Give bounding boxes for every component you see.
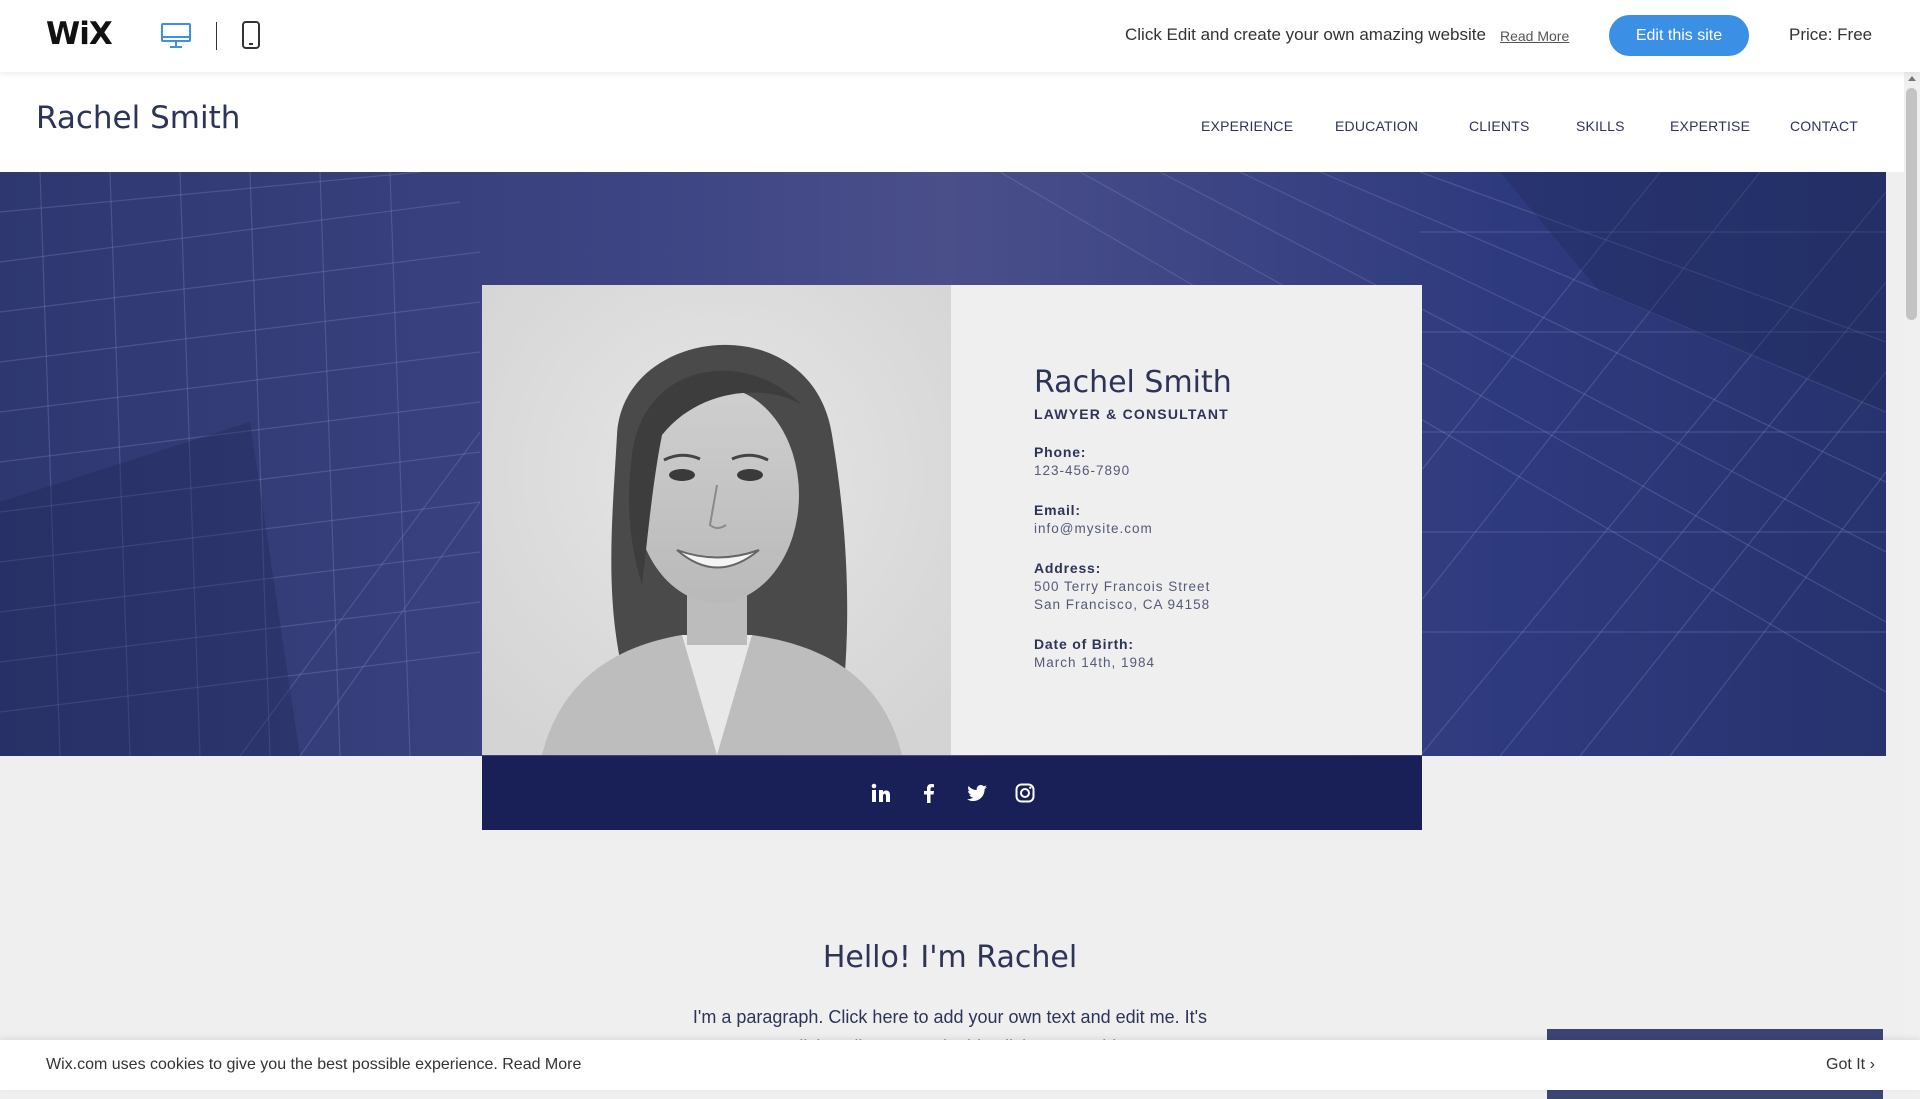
price-label: Price: Free xyxy=(1789,25,1873,44)
cookie-message: Wix.com uses cookies to give you the bes… xyxy=(46,1056,581,1074)
dob-label: Date of Birth: xyxy=(1034,636,1134,652)
read-more-link[interactable]: Read More xyxy=(1500,28,1569,44)
linkedin-icon[interactable] xyxy=(870,782,892,804)
got-it-button[interactable]: Got It › xyxy=(1826,1056,1875,1074)
twitter-icon[interactable] xyxy=(966,782,988,804)
address-line2: San Francisco, CA 94158 xyxy=(1034,597,1211,612)
desktop-view-icon[interactable] xyxy=(160,22,192,50)
dob-value: March 14th, 1984 xyxy=(1034,655,1156,670)
cookie-text: Wix.com uses cookies to give you the bes… xyxy=(46,1056,498,1073)
nav-expertise[interactable]: EXPERTISE xyxy=(1670,118,1750,134)
nav-experience[interactable]: EXPERIENCE xyxy=(1201,118,1293,134)
portrait-image xyxy=(482,285,951,755)
scroll-up-arrow-icon[interactable] xyxy=(1908,76,1916,81)
scrollbar-thumb[interactable] xyxy=(1906,88,1917,320)
promo-text: Click Edit and create your own amazing w… xyxy=(1125,25,1486,44)
email-value[interactable]: info@mysite.com xyxy=(1034,520,1232,538)
site-header: Rachel Smith EXPERIENCE EDUCATION CLIENT… xyxy=(0,72,1904,172)
nav-skills[interactable]: SKILLS xyxy=(1576,118,1625,134)
profile-card: Rachel Smith LAWYER & CONSULTANT Phone: … xyxy=(482,285,1422,755)
site-title[interactable]: Rachel Smith xyxy=(36,100,240,136)
address-line1: 500 Terry Francois Street xyxy=(1034,579,1211,594)
profile-photo xyxy=(482,285,951,755)
edit-site-button[interactable]: Edit this site xyxy=(1609,15,1749,56)
wix-top-bar: WiX Click Edit and create your own amazi… xyxy=(0,0,1920,72)
contact-info: Rachel Smith LAWYER & CONSULTANT Phone: … xyxy=(1034,365,1232,672)
nav-clients[interactable]: CLIENTS xyxy=(1469,118,1530,134)
cookie-banner: Wix.com uses cookies to give you the bes… xyxy=(0,1040,1920,1090)
social-bar xyxy=(482,756,1422,830)
cookie-read-more-link[interactable]: Read More xyxy=(502,1056,581,1073)
nav-contact[interactable]: CONTACT xyxy=(1790,118,1858,134)
wix-logo[interactable]: WiX xyxy=(46,16,113,52)
profile-name: Rachel Smith xyxy=(1034,365,1232,400)
phone-label: Phone: xyxy=(1034,444,1087,460)
email-label: Email: xyxy=(1034,502,1081,518)
phone-value: 123-456-7890 xyxy=(1034,463,1131,478)
device-separator xyxy=(216,22,217,50)
address-label: Address: xyxy=(1034,560,1102,576)
facebook-icon[interactable] xyxy=(918,782,940,804)
instagram-icon[interactable] xyxy=(1014,782,1036,804)
profile-role: LAWYER & CONSULTANT xyxy=(1034,406,1229,422)
mobile-view-icon[interactable] xyxy=(241,20,261,50)
nav-education[interactable]: EDUCATION xyxy=(1335,118,1418,134)
about-title: Hello! I'm Rachel xyxy=(822,940,1078,975)
